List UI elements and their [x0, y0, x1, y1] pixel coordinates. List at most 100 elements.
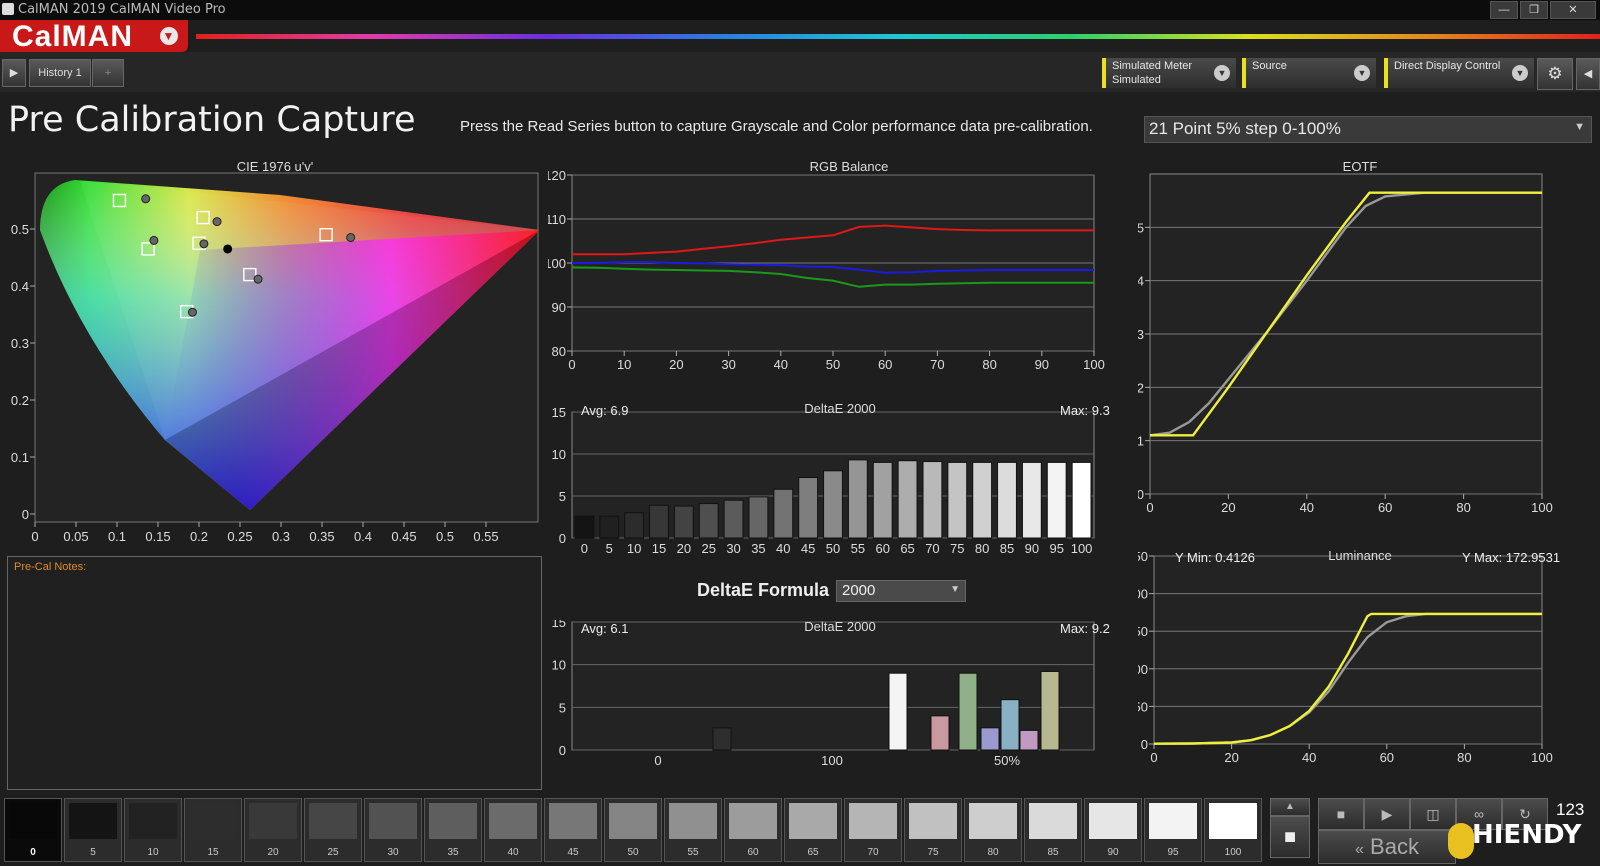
swatch-40[interactable]: 40 — [484, 798, 542, 862]
swatch-85[interactable]: 85 — [1024, 798, 1082, 862]
y-tick-label: 110 — [548, 212, 566, 227]
display-label: Direct Display Control — [1394, 60, 1501, 72]
swatch-chip — [249, 803, 297, 839]
y-tick-label: 5 — [559, 489, 566, 504]
x-tick-label: 100 — [1531, 750, 1553, 765]
swatch-chip — [969, 803, 1017, 839]
x-tick-label: 0.45 — [391, 529, 416, 544]
series-select[interactable]: 21 Point 5% step 0-100% ▼ — [1144, 116, 1592, 143]
swatch-90[interactable]: 90 — [1084, 798, 1142, 862]
rainbow-bar — [196, 34, 1600, 39]
deltae-bar — [997, 461, 1017, 539]
luminance-chart: 0 50 100 150 200 250 0 20 40 60 80 100 — [1138, 549, 1553, 765]
swatch-30[interactable]: 30 — [364, 798, 422, 862]
x-tick-label: 0.55 — [473, 529, 498, 544]
x-tick-label: 30 — [721, 357, 735, 372]
swatch-65[interactable]: 65 — [784, 798, 842, 862]
x-tick-label: 55 — [851, 541, 865, 556]
notes-label: Pre-Cal Notes: — [14, 561, 87, 573]
swatch-25[interactable]: 25 — [304, 798, 362, 862]
deltae-bar — [1021, 461, 1042, 539]
deltae-bar — [897, 460, 918, 539]
x-tick-label: 40 — [1300, 500, 1314, 515]
swatch-10[interactable]: 10 — [124, 798, 182, 862]
deltae-formula-select[interactable]: 2000 ▼ — [836, 580, 966, 602]
eotf-chart: 0 0.1 0.2 0.3 0.4 0.5 0 20 40 60 80 100 — [1138, 173, 1553, 515]
display-device-button[interactable]: Direct Display Control ▼ — [1384, 58, 1534, 88]
swatch-45[interactable]: 45 — [544, 798, 602, 862]
swatch-label: 75 — [927, 847, 939, 858]
stop-read-button[interactable]: ■ — [1270, 816, 1310, 858]
play-button[interactable]: ▶ — [2, 59, 26, 87]
y-tick-label: 0 — [22, 507, 29, 522]
notes-panel[interactable]: Pre-Cal Notes: — [7, 556, 542, 790]
rgb-balance-chart: 80 90 100 110 120 0 10 20 30 40 50 60 70 80 90 100 — [548, 170, 1105, 372]
x-tick-label: 80 — [975, 541, 989, 556]
deltae-bar — [847, 459, 868, 539]
tab-history-1[interactable]: History 1 — [29, 59, 91, 87]
calman-logo-button[interactable]: CalMAN ▼ — [0, 20, 188, 53]
swatch-label: 45 — [567, 847, 579, 858]
swatch-80[interactable]: 80 — [964, 798, 1022, 862]
x-tick-label: 100 — [1531, 500, 1553, 515]
swatch-15[interactable]: 15 — [184, 798, 242, 862]
swatch-label: 40 — [507, 847, 519, 858]
deltae-bar — [930, 715, 950, 751]
add-tab-button[interactable]: + — [92, 59, 124, 87]
swatch-75[interactable]: 75 — [904, 798, 962, 862]
back-button[interactable]: « Back — [1318, 830, 1456, 864]
minimize-button[interactable]: — — [1490, 1, 1518, 19]
swatch-chip — [429, 803, 477, 839]
settings-button[interactable]: ⚙ — [1537, 58, 1573, 90]
deltae-grayscale-chart: 0 5 10 15 0 5 10 15 20 25 30 35 40 45 50 55 60 65 70 75 80 85… — [552, 405, 1095, 556]
y-tick-label: 100 — [548, 256, 566, 271]
swatch-95[interactable]: 95 — [1144, 798, 1202, 862]
meter-device-button[interactable]: Simulated Meter Simulated ▼ — [1102, 58, 1236, 88]
up-button[interactable]: ▲ — [1270, 798, 1310, 816]
x-tick-label: 60 — [1380, 750, 1394, 765]
x-tick-label: 90 — [1025, 541, 1039, 556]
y-tick-label: 0.4 — [1138, 274, 1144, 289]
play-icon[interactable]: ▶ — [1364, 798, 1410, 830]
source-device-button[interactable]: Source ▼ — [1242, 58, 1376, 88]
swatch-label: 70 — [867, 847, 879, 858]
restore-button[interactable]: ❐ — [1520, 1, 1548, 19]
swatch-bar: 0 5 10 15 20 25 30 35 40 45 50 55 60 65 70 75 80 85 90 95 10… — [0, 795, 1268, 865]
x-tick-label: 45 — [801, 541, 815, 556]
x-tick-label: 5 — [606, 541, 613, 556]
x-tick-label: 60 — [875, 541, 889, 556]
swatch-label: 25 — [327, 847, 339, 858]
swatch-70[interactable]: 70 — [844, 798, 902, 862]
chevron-left-icon: « — [1355, 841, 1364, 858]
page-title: Pre Calibration Capture — [8, 100, 416, 140]
close-button[interactable]: ✕ — [1550, 1, 1596, 19]
x-tick-label: 80 — [1456, 500, 1470, 515]
y-tick-label: 0.3 — [1138, 327, 1144, 342]
swatch-35[interactable]: 35 — [424, 798, 482, 862]
chevron-down-icon: ▼ — [950, 584, 960, 595]
swatch-20[interactable]: 20 — [244, 798, 302, 862]
swatch-0[interactable]: 0 — [4, 798, 62, 862]
deltae-bar — [1071, 461, 1092, 539]
chevron-down-icon: ▼ — [1354, 65, 1370, 81]
x-tick-label: 15 — [652, 541, 666, 556]
measured-point — [187, 307, 197, 317]
measured-point — [199, 239, 209, 249]
stop-button[interactable]: ■ — [1318, 798, 1364, 830]
collapse-panel-button[interactable]: ◀ — [1576, 58, 1600, 90]
y-tick-label: 15 — [552, 620, 566, 630]
deltae-bar — [1019, 729, 1039, 751]
y-tick-label: 0.1 — [11, 450, 29, 465]
y-tick-label: 15 — [552, 405, 566, 420]
swatch-50[interactable]: 50 — [604, 798, 662, 862]
swatch-55[interactable]: 55 — [664, 798, 722, 862]
deltae-bar — [872, 461, 893, 539]
swatch-label: 55 — [687, 847, 699, 858]
swatch-5[interactable]: 5 — [64, 798, 122, 862]
save-icon[interactable]: ◫ — [1410, 798, 1456, 830]
x-tick-label: 20 — [1224, 750, 1238, 765]
deltae-bar — [958, 672, 978, 751]
deltae-grayscale-max: Max: 9.3 — [1060, 403, 1110, 418]
swatch-60[interactable]: 60 — [724, 798, 782, 862]
swatch-100[interactable]: 100 — [1204, 798, 1262, 862]
